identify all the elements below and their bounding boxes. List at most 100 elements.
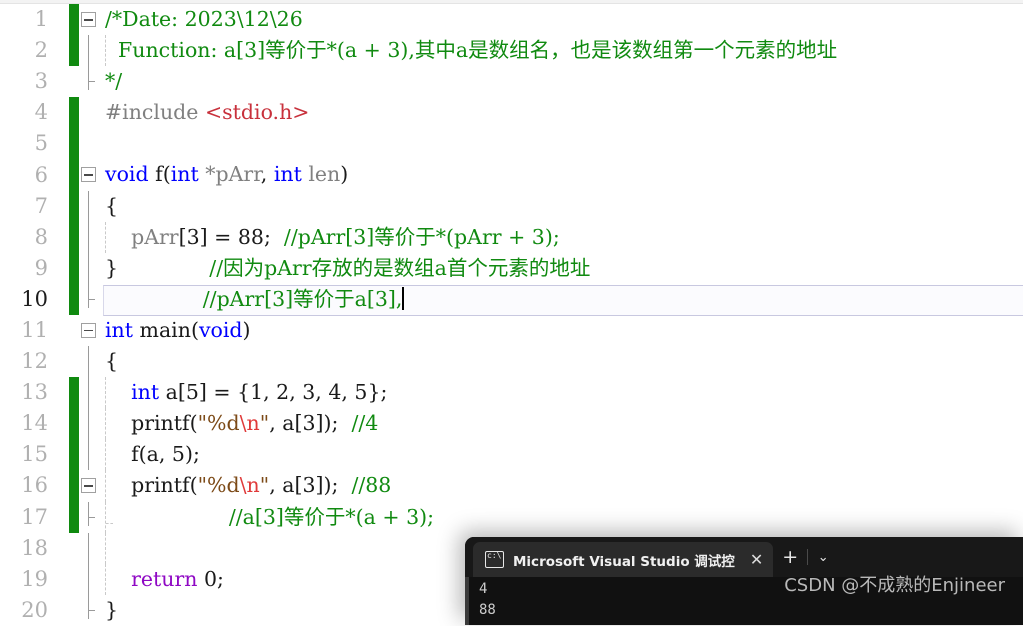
code-line-row[interactable]: 12 { [0,346,1023,378]
code-text[interactable]: */ [103,66,1023,97]
indent-guide [105,377,106,409]
code-line-row[interactable]: 5 [0,128,1023,160]
code-text[interactable]: { [103,346,1023,377]
code-line-row[interactable]: 15 f(a, 5); [0,439,1023,471]
code-line-row[interactable]: 2 Function: a[3]等价于*(a + 3),其中a是数组名，也是该数… [0,35,1023,67]
code-text[interactable]: { [103,191,1023,222]
code-line-row[interactable]: 7 { [0,190,1023,222]
code-text[interactable]: //pArr[3]等价于a[3], [103,284,1023,315]
code-line-row[interactable]: 16 printf("%d\n", a[3]); //88 [0,470,1023,502]
code-text[interactable]: /*Date: 2023\12\26 [103,4,1023,35]
return-value-token: 0; [197,566,224,591]
code-line-row[interactable]: 8 pArr[3] = 88; //pArr[3]等价于*(pArr + 3); [0,221,1023,253]
code-editor[interactable]: 1 /*Date: 2023\12\26 2 Function: a[3]等价于… [0,0,1023,625]
collapse-minus-icon[interactable] [81,167,96,183]
change-bar [69,501,79,533]
escape-token: \n [239,473,260,498]
change-bar [69,533,79,564]
terminal-window[interactable]: Microsoft Visual Studio 调试控 ✕ + ⌄ 4 88 C… [465,537,1023,625]
comment-token: //4 [351,411,379,436]
fold-column [79,346,103,378]
code-text[interactable]: //a[3]等价于*(a + 3); [103,501,1023,533]
change-bar [69,346,79,377]
fold-guide-line [88,35,89,67]
punct-token: ; [263,224,271,249]
keyword-token: int [170,162,199,187]
terminal-scrollbar[interactable] [465,577,469,625]
string-token: "%d [197,411,240,436]
code-line-row[interactable]: 3 */ [0,66,1023,97]
code-text[interactable]: } //因为pArr存放的是数组a首个元素的地址 [103,253,1023,284]
fold-guide-line [88,221,89,253]
fold-column[interactable] [79,4,103,35]
code-text[interactable]: void f(int *pArr, int len) [103,159,1023,190]
change-bar [69,35,79,67]
code-text[interactable]: int main(void) [103,315,1023,346]
fold-column [79,66,103,97]
indent-guide [105,532,106,564]
code-text[interactable]: f(a, 5); [103,439,1023,471]
fold-column [79,501,103,533]
line-number: 17 [21,504,48,529]
watermark-text: CSDN @不成熟的Enjineer [784,575,1005,596]
change-bar [69,470,79,502]
code-line-row[interactable]: 9 } //因为pArr存放的是数组a首个元素的地址 [0,252,1023,284]
collapse-minus-icon[interactable] [81,322,96,338]
change-bar [69,439,79,471]
function-call-token: printf [131,473,190,498]
function-call-token: printf [131,411,190,436]
fold-column [79,563,103,595]
keyword-token: int [131,380,160,405]
line-number: 1 [34,7,48,32]
code-line-row-current[interactable]: 10 //pArr[3]等价于a[3], [0,283,1023,316]
fold-column[interactable] [79,159,103,190]
code-text[interactable]: Function: a[3]等价于*(a + 3),其中a是数组名，也是该数组第… [103,35,1023,67]
indent-guide [105,501,113,533]
line-number: 14 [21,411,48,436]
terminal-output-line: 88 [479,602,496,618]
code-line-row[interactable]: 17 //a[3]等价于*(a + 3); [0,501,1023,533]
include-header-token: <stdio.h> [204,100,310,125]
collapse-minus-icon[interactable] [81,12,96,27]
line-number: 18 [21,535,48,560]
collapse-minus-icon[interactable] [81,478,96,494]
code-text[interactable]: int a[5] = {1, 2, 3, 4, 5}; [103,377,1023,409]
indent-guide [105,221,106,253]
fold-column[interactable] [79,315,103,346]
line-number: 20 [21,597,48,622]
fold-guide-line [88,408,89,440]
indent-guide [105,408,106,440]
code-text[interactable] [103,128,1023,159]
fold-guide-line [88,190,89,222]
fold-column [79,377,103,409]
code-text[interactable]: printf("%d\n", a[3]); //88 [103,470,1023,502]
code-line-row[interactable]: 14 printf("%d\n", a[3]); //4 [0,408,1023,440]
code-line-row[interactable]: 4 #include <stdio.h> [0,97,1023,129]
declaration-token: a[5] = {1, 2, 3, 4, 5}; [159,380,388,405]
terminal-tab[interactable]: Microsoft Visual Studio 调试控 ✕ [473,542,774,577]
brace-token: } [105,255,119,280]
code-line-row[interactable]: 11 int main(void) [0,315,1023,346]
code-line-row[interactable]: 13 int a[5] = {1, 2, 3, 4, 5}; [0,377,1023,409]
code-line-row[interactable]: 6 void f(int *pArr, int len) [0,159,1023,191]
code-text[interactable]: printf("%d\n", a[3]); //4 [103,408,1023,440]
change-bar [69,408,79,440]
punct-token: ( [189,473,198,498]
escape-token: \n [239,411,260,436]
comment-token: /*Date: 2023\12\26 [105,7,303,31]
change-bar [69,66,79,97]
change-bar [69,4,79,36]
code-text[interactable]: pArr[3] = 88; //pArr[3]等价于*(pArr + 3); [103,221,1023,253]
indent-guide [105,470,106,502]
comment-token: //因为pArr存放的是数组a首个元素的地址 [209,255,591,280]
code-line-row[interactable]: 1 /*Date: 2023\12\26 [0,4,1023,36]
line-number: 5 [34,131,48,156]
text-caret [402,286,404,310]
code-lines-container: 1 /*Date: 2023\12\26 2 Function: a[3]等价于… [0,4,1023,626]
fold-guide-line [88,532,89,564]
fold-guide-line-end [88,66,95,91]
punct-token: ( [190,317,199,342]
code-text[interactable]: #include <stdio.h> [103,97,1023,128]
fold-column[interactable] [79,470,103,501]
close-icon[interactable]: ✕ [750,551,763,568]
